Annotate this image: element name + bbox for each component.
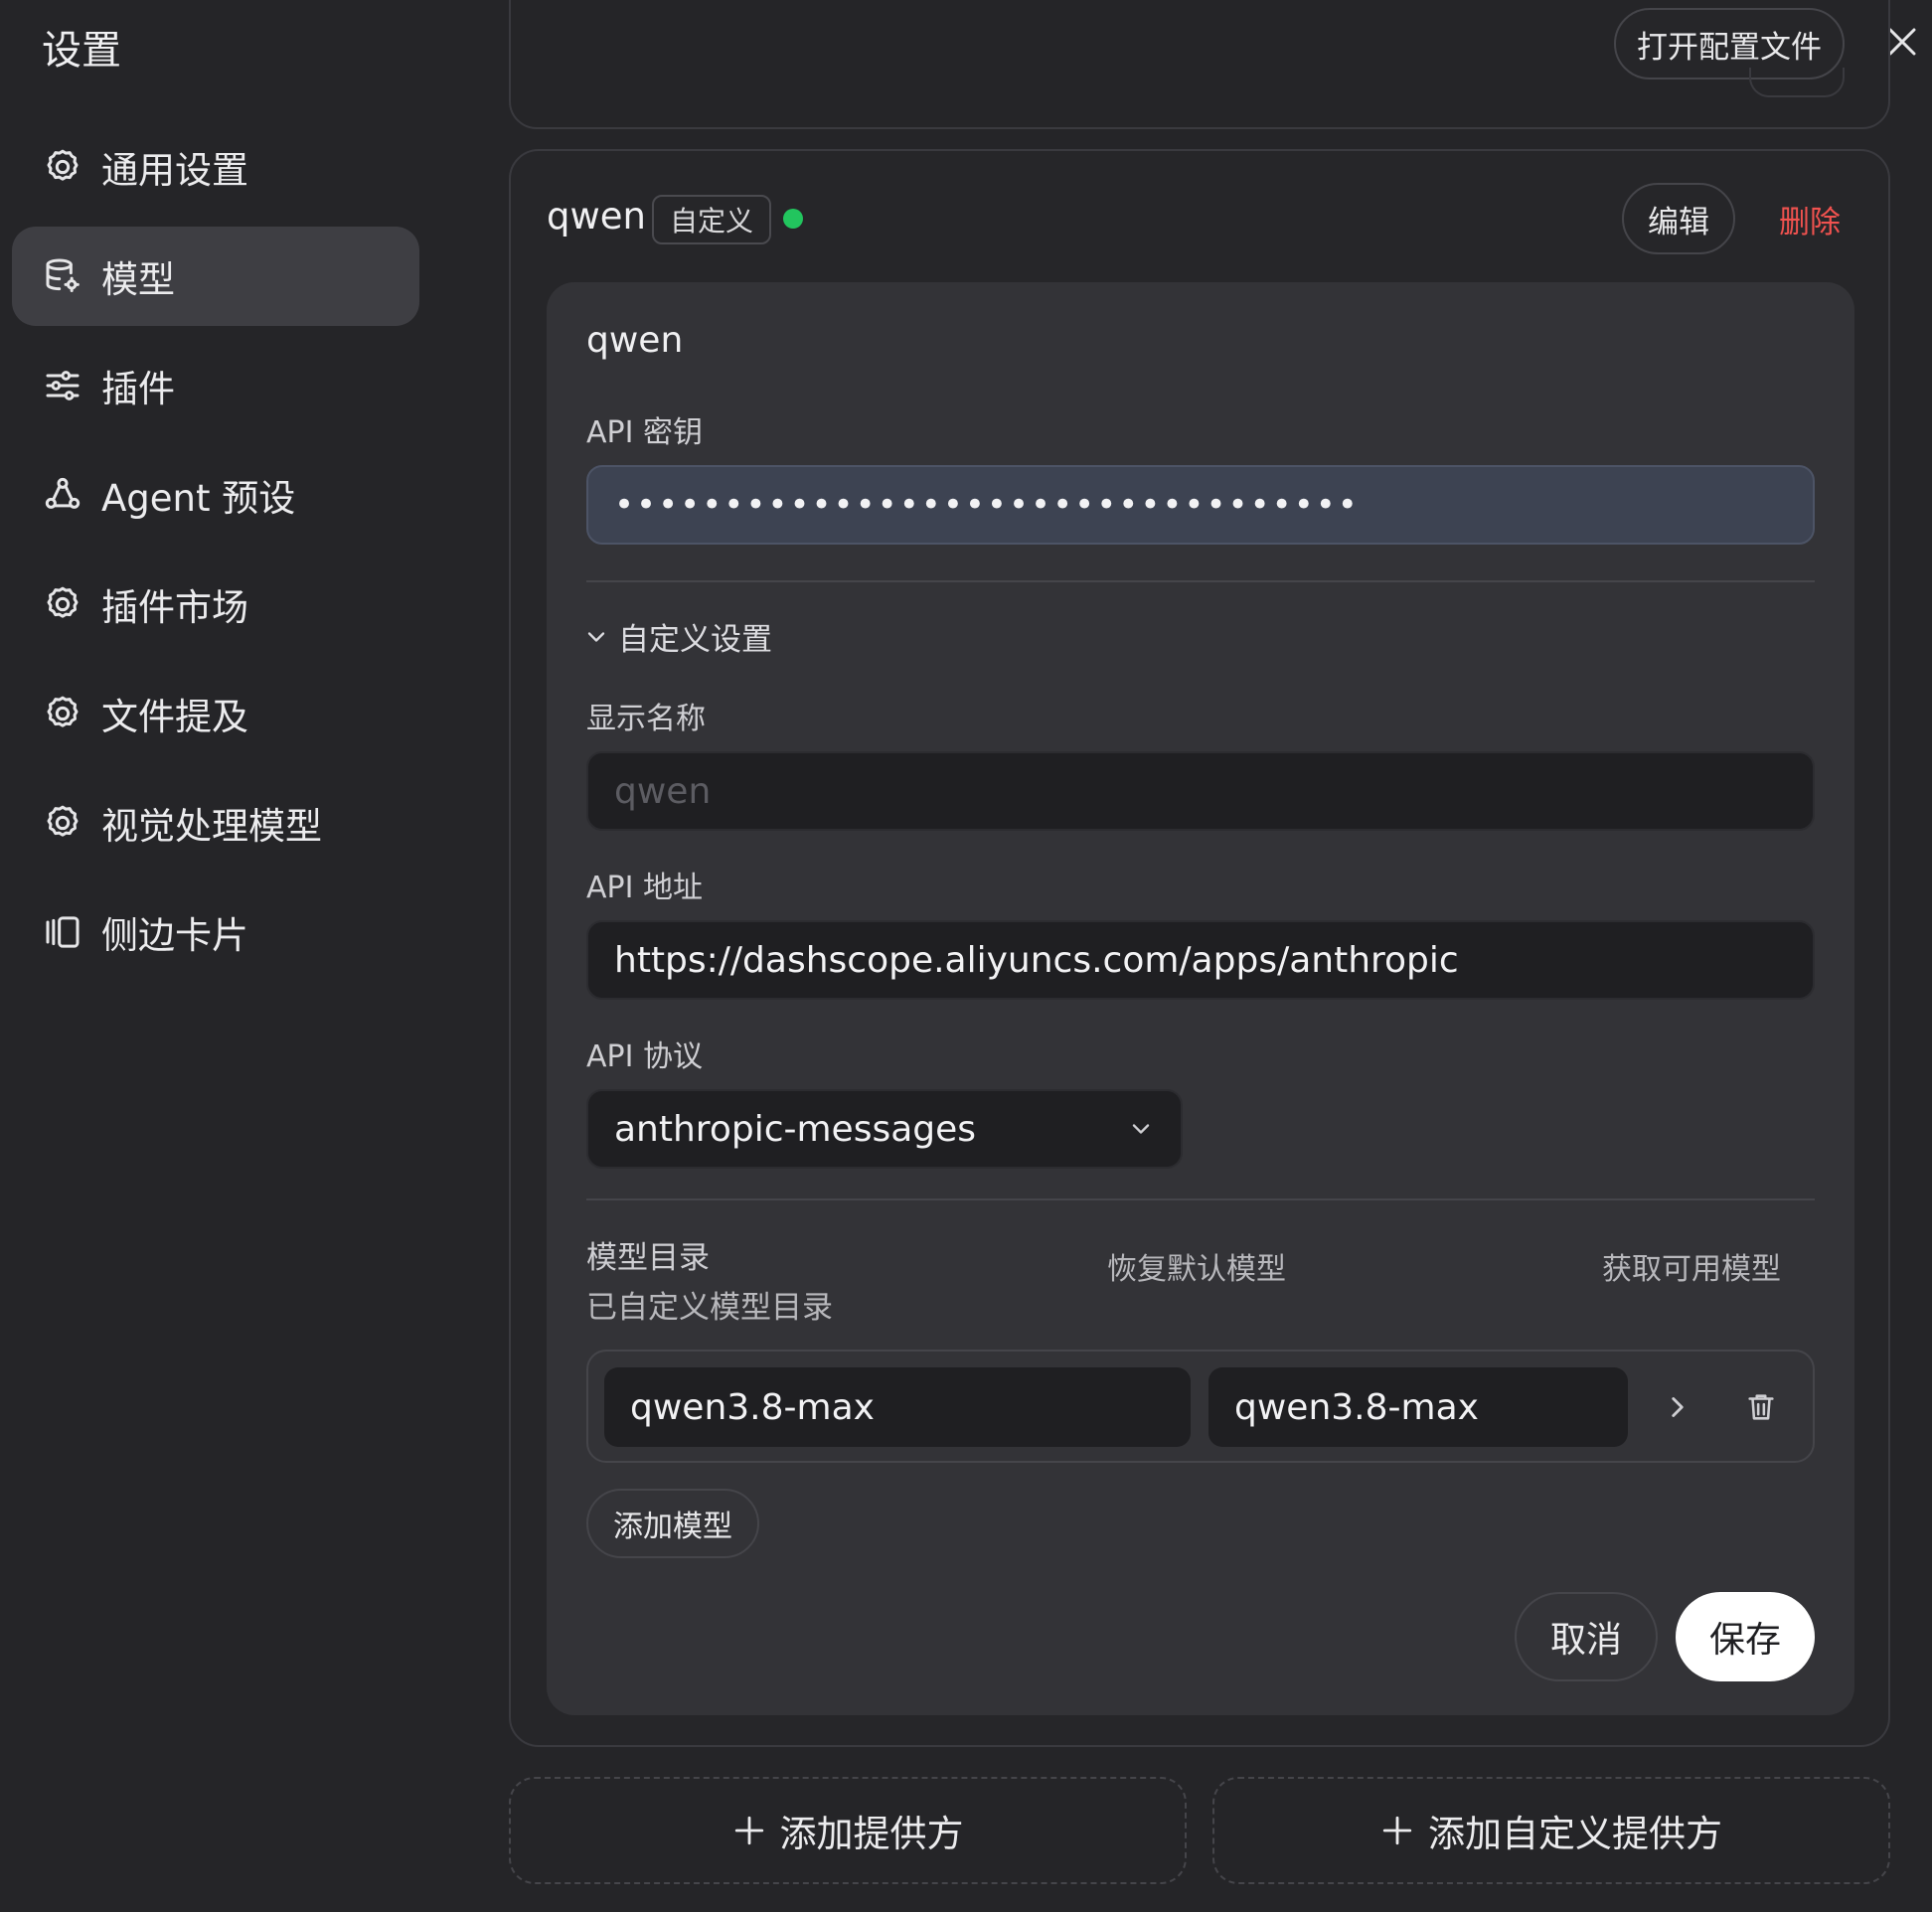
- api-key-label: API 密钥: [586, 415, 703, 450]
- api-url-input[interactable]: https://dashscope.aliyuncs.com/apps/anth…: [586, 920, 1815, 1000]
- sidebar-item-label: 模型: [101, 258, 175, 301]
- sidebar-item-plugin-market[interactable]: 插件市场: [12, 555, 419, 654]
- model-catalog-title: 模型目录: [586, 1240, 710, 1276]
- add-provider-label: 添加提供方: [779, 1813, 964, 1855]
- expand-model-button[interactable]: [1660, 1389, 1695, 1425]
- provider-edit-panel: qwen API 密钥 ••••••••••••••••••••••••••••…: [547, 282, 1854, 1715]
- chevron-down-icon: [1132, 1124, 1150, 1134]
- add-custom-provider-button[interactable]: 添加自定义提供方: [1212, 1777, 1890, 1884]
- sidebar-item-vision-models[interactable]: 视觉处理模型: [12, 773, 419, 873]
- api-protocol-label: API 协议: [586, 1039, 703, 1074]
- provider-name: qwen: [547, 195, 646, 238]
- sidebar-item-label: 侧边卡片: [101, 914, 248, 957]
- divider: [586, 580, 1815, 582]
- sliders-icon: [42, 365, 83, 406]
- database-gear-icon: [42, 255, 83, 297]
- fetch-available-models-button[interactable]: 获取可用模型: [1602, 1244, 1781, 1288]
- model-row: qwen3.8-max qwen3.8-max: [586, 1350, 1815, 1463]
- panel-title: qwen: [586, 320, 684, 361]
- divider: [586, 1198, 1815, 1200]
- custom-settings-toggle[interactable]: 自定义设置: [582, 614, 772, 659]
- sidebar-item-label: 插件市场: [101, 586, 248, 629]
- status-indicator: [783, 209, 803, 229]
- previous-card-button-stub: [1749, 68, 1845, 97]
- provider-custom-tag: 自定义: [652, 195, 772, 244]
- delete-model-button[interactable]: [1743, 1389, 1779, 1425]
- gear-icon: [42, 583, 83, 625]
- api-protocol-select[interactable]: anthropic-messages: [586, 1089, 1183, 1169]
- api-protocol-value: anthropic-messages: [614, 1108, 977, 1150]
- gear-icon: [42, 693, 83, 734]
- sidebar-item-general[interactable]: 通用设置: [12, 117, 419, 217]
- add-provider-button[interactable]: 添加提供方: [509, 1777, 1187, 1884]
- model-catalog-subtitle: 已自定义模型目录: [586, 1290, 833, 1326]
- sidebar-item-plugins[interactable]: 插件: [12, 336, 419, 435]
- sidebar-item-models[interactable]: 模型: [12, 227, 419, 326]
- display-name-label: 显示名称: [586, 702, 706, 736]
- save-button[interactable]: 保存: [1676, 1592, 1815, 1681]
- settings-window: 设置 通用设置 模型 插件 Agent 预设 插件市场 文件提及 视觉处理模型 …: [0, 0, 1932, 1912]
- custom-settings-label: 自定义设置: [618, 622, 772, 658]
- api-url-label: API 地址: [586, 871, 703, 905]
- previous-provider-card: [509, 0, 1890, 129]
- sidebar-item-side-cards[interactable]: 侧边卡片: [12, 882, 419, 982]
- sidebar-item-file-mentions[interactable]: 文件提及: [12, 664, 419, 763]
- sidebar-item-agent-presets[interactable]: Agent 预设: [12, 445, 419, 545]
- sidebar-item-label: 通用设置: [101, 149, 248, 192]
- chevron-down-icon: [587, 631, 605, 642]
- sidebar-item-label: 视觉处理模型: [101, 805, 322, 848]
- model-id-input[interactable]: qwen3.8-max: [604, 1367, 1191, 1447]
- trash-icon: [1748, 1394, 1774, 1420]
- edit-button[interactable]: 编辑: [1622, 183, 1735, 254]
- agent-icon: [42, 474, 83, 516]
- sidebar-item-label: 插件: [101, 368, 175, 410]
- sidebar-item-label: 文件提及: [101, 696, 248, 738]
- side-card-icon: [42, 911, 83, 953]
- add-custom-provider-label: 添加自定义提供方: [1428, 1813, 1722, 1855]
- plus-icon: [734, 1816, 763, 1845]
- provider-card: qwen 自定义 编辑 删除 qwen API 密钥 •••••••••••••…: [509, 149, 1890, 1747]
- gear-icon: [42, 146, 83, 188]
- delete-button[interactable]: 删除: [1755, 183, 1864, 254]
- cancel-button[interactable]: 取消: [1515, 1592, 1658, 1681]
- chevron-right-icon: [1672, 1397, 1684, 1417]
- model-name-input[interactable]: qwen3.8-max: [1208, 1367, 1628, 1447]
- add-model-button[interactable]: 添加模型: [586, 1489, 759, 1558]
- sidebar: 设置 通用设置 模型 插件 Agent 预设 插件市场 文件提及 视觉处理模型 …: [0, 0, 467, 1912]
- plus-icon: [1382, 1816, 1412, 1845]
- page-title: 设置: [42, 28, 121, 74]
- api-key-input[interactable]: ••••••••••••••••••••••••••••••••••: [586, 465, 1815, 545]
- display-name-input[interactable]: qwen: [586, 751, 1815, 831]
- sidebar-item-label: Agent 预设: [101, 477, 296, 520]
- gear-icon: [42, 802, 83, 844]
- restore-default-models-button[interactable]: 恢复默认模型: [1107, 1244, 1286, 1288]
